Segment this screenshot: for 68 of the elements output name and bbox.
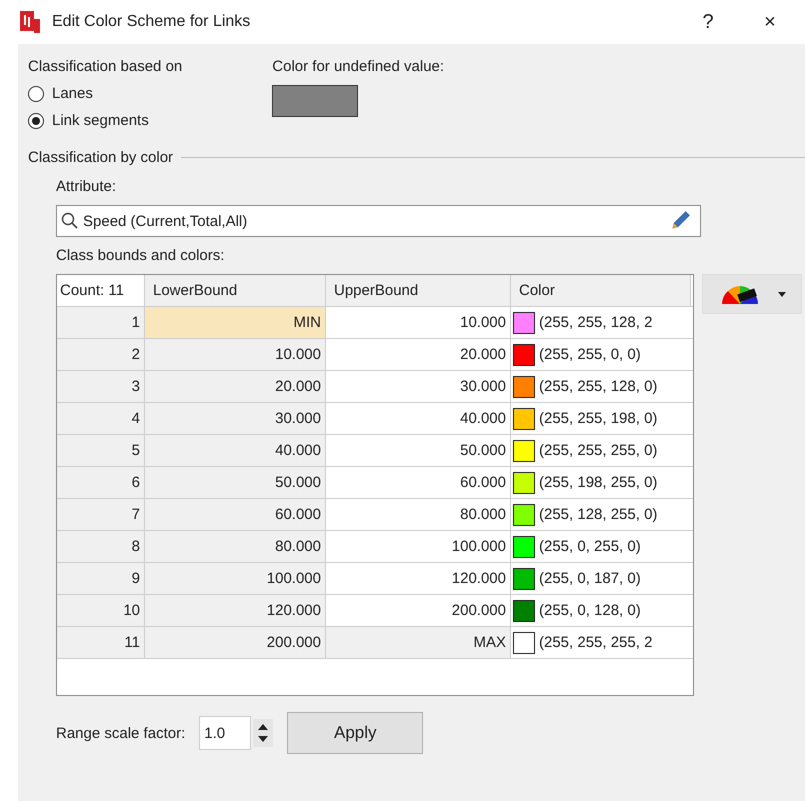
- color-swatch[interactable]: [513, 632, 535, 654]
- row-number: 5: [57, 435, 145, 466]
- row-number: 11: [57, 627, 145, 658]
- table-cell: (255, 255, 128, 0): [539, 378, 658, 395]
- table-cell[interactable]: MAX: [326, 627, 511, 658]
- table-cell: (255, 255, 198, 0): [539, 410, 658, 427]
- table-cell[interactable]: 200.000: [145, 627, 326, 658]
- table-cell: (255, 255, 255, 0): [539, 442, 658, 459]
- dropdown-arrow-icon: [778, 292, 786, 296]
- window-title: Edit Color Scheme for Links: [52, 13, 252, 31]
- color-scheme-button[interactable]: [702, 274, 802, 314]
- row-number: 8: [57, 531, 145, 562]
- row-number: 4: [57, 403, 145, 434]
- spin-arrows-icon[interactable]: [253, 719, 274, 747]
- column-header[interactable]: Color: [511, 275, 691, 306]
- table-cell: (255, 0, 255, 0): [539, 538, 641, 555]
- color-swatch[interactable]: [513, 504, 535, 526]
- color-swatch[interactable]: [513, 568, 535, 590]
- search-icon: [61, 212, 79, 230]
- table-cell[interactable]: 50.000: [145, 467, 326, 498]
- table-cell: (255, 128, 255, 0): [539, 506, 658, 523]
- table-cell[interactable]: 100.000: [145, 563, 326, 594]
- radio-option[interactable]: Link segments: [28, 112, 182, 129]
- color-swatch[interactable]: [513, 440, 535, 462]
- help-button[interactable]: ?: [683, 10, 733, 34]
- color-swatch[interactable]: [513, 376, 535, 398]
- scale-input-field[interactable]: 1.0: [199, 716, 252, 750]
- row-number: 6: [57, 467, 145, 498]
- table-cell: (255, 255, 0, 0): [539, 346, 641, 363]
- table-cell[interactable]: 30.000: [145, 403, 326, 434]
- row-number: 1: [57, 307, 145, 338]
- color-swatch[interactable]: [272, 85, 358, 117]
- row-number: 2: [57, 339, 145, 370]
- table-cell: (255, 0, 187, 0): [539, 570, 641, 587]
- table-cell: (255, 255, 128, 2: [539, 314, 652, 331]
- color-swatch[interactable]: [513, 408, 535, 430]
- table-cell: (255, 0, 128, 0): [539, 602, 641, 619]
- radio-option[interactable]: Lanes: [28, 85, 182, 102]
- color-swatch[interactable]: [513, 312, 535, 334]
- app-icon: [20, 11, 40, 33]
- color-swatch[interactable]: [513, 472, 535, 494]
- table-cell[interactable]: 120.000: [145, 595, 326, 626]
- table-cell: (255, 198, 255, 0): [539, 474, 658, 491]
- table-cell[interactable]: MIN: [145, 307, 326, 338]
- row-number: 9: [57, 563, 145, 594]
- column-header[interactable]: UpperBound: [326, 275, 511, 306]
- table-cell[interactable]: 60.000: [145, 499, 326, 530]
- color-swatch[interactable]: [513, 344, 535, 366]
- apply-button[interactable]: Apply: [287, 712, 424, 754]
- column-header[interactable]: LowerBound: [145, 275, 326, 306]
- section-label: Classification based on: [28, 58, 182, 75]
- table-cell[interactable]: 10.000: [145, 339, 326, 370]
- field-label: Range scale factor:: [56, 724, 186, 742]
- row-number: 10: [57, 595, 145, 626]
- row-number: 3: [57, 371, 145, 402]
- field-label: Attribute:: [56, 178, 118, 195]
- table-cell: (255, 255, 255, 2: [539, 634, 652, 651]
- attribute-field[interactable]: Speed (Current,Total,All): [56, 205, 701, 237]
- group-title: Classification by color: [28, 149, 174, 166]
- table-cell[interactable]: 40.000: [145, 435, 326, 466]
- field-label: Class bounds and colors:: [56, 247, 226, 264]
- table-cell[interactable]: 80.000: [145, 531, 326, 562]
- row-number: 7: [57, 499, 145, 530]
- table-cell[interactable]: 20.000: [145, 371, 326, 402]
- color-swatch[interactable]: [513, 536, 535, 558]
- field-label: Color for undefined value:: [272, 58, 444, 75]
- color-swatch[interactable]: [513, 600, 535, 622]
- close-button[interactable]: ×: [745, 10, 795, 34]
